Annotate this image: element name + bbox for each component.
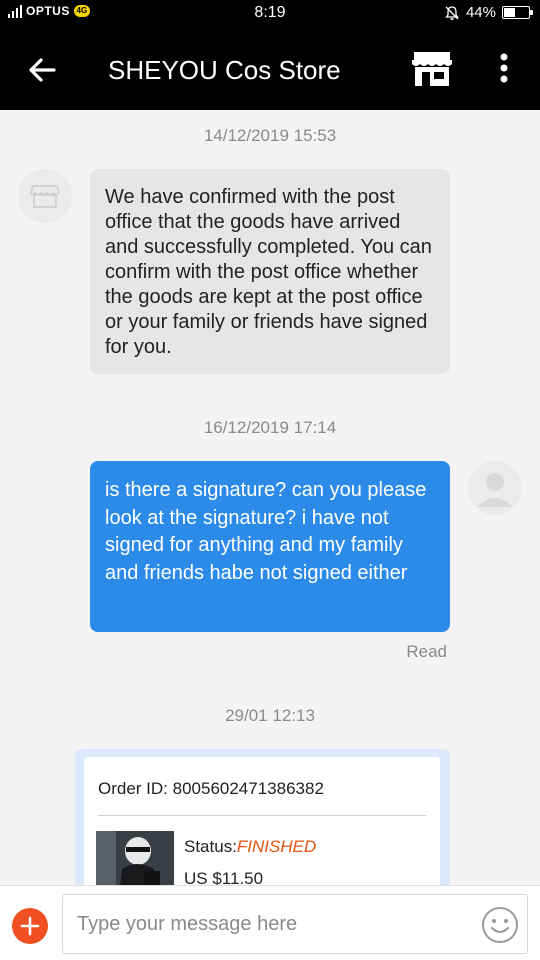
- message-timestamp: 14/12/2019 15:53: [203, 126, 337, 145]
- message-input[interactable]: [62, 894, 528, 954]
- status-right: 44%: [444, 4, 533, 21]
- plus-icon: [20, 916, 40, 936]
- user-avatar-icon: [477, 473, 513, 507]
- order-card[interactable]: Order ID: 8005602471386382 Status:FINISH…: [84, 757, 440, 885]
- battery-percent: 44%: [465, 4, 496, 21]
- message-timestamp: 29/01 12:13: [225, 706, 315, 725]
- order-id: Order ID: 8005602471386382: [98, 779, 324, 798]
- divider: [98, 815, 426, 816]
- store-icon[interactable]: [412, 52, 452, 86]
- outgoing-message-bubble[interactable]: is there a signature? can you please loo…: [90, 461, 450, 632]
- bell-off-icon: [445, 5, 459, 20]
- battery-icon: [502, 6, 533, 19]
- app-bar: SHEYOU Cos Store: [0, 28, 540, 110]
- product-thumbnail[interactable]: [96, 831, 174, 885]
- user-avatar[interactable]: [468, 461, 522, 515]
- store-avatar[interactable]: [18, 169, 72, 223]
- chat-thread[interactable]: 14/12/2019 15:53 We have confirmed with …: [0, 110, 540, 885]
- incoming-message-bubble[interactable]: We have confirmed with the post office t…: [90, 169, 450, 374]
- product-image: [96, 831, 174, 885]
- message-timestamp: 16/12/2019 17:14: [203, 418, 337, 437]
- read-receipt: Read: [406, 642, 447, 661]
- status-bar: OPTUS 4G 8:19 44%: [0, 0, 540, 28]
- add-attachment-button[interactable]: [12, 908, 48, 944]
- order-status-value: FINISHED: [236, 837, 317, 856]
- page-title: SHEYOU Cos Store: [108, 55, 341, 85]
- back-arrow-icon[interactable]: [24, 52, 60, 88]
- message-input-bar: [0, 885, 540, 960]
- store-avatar-icon: [30, 185, 61, 208]
- emoji-icon[interactable]: [480, 905, 520, 945]
- more-vertical-icon[interactable]: [490, 50, 518, 86]
- order-price: US $11.50: [184, 869, 264, 885]
- order-status: Status:FINISHED: [184, 837, 316, 857]
- order-card-message[interactable]: Order ID: 8005602471386382 Status:FINISH…: [75, 749, 450, 885]
- battery-level: [504, 8, 516, 17]
- order-status-label: Status:: [184, 837, 237, 856]
